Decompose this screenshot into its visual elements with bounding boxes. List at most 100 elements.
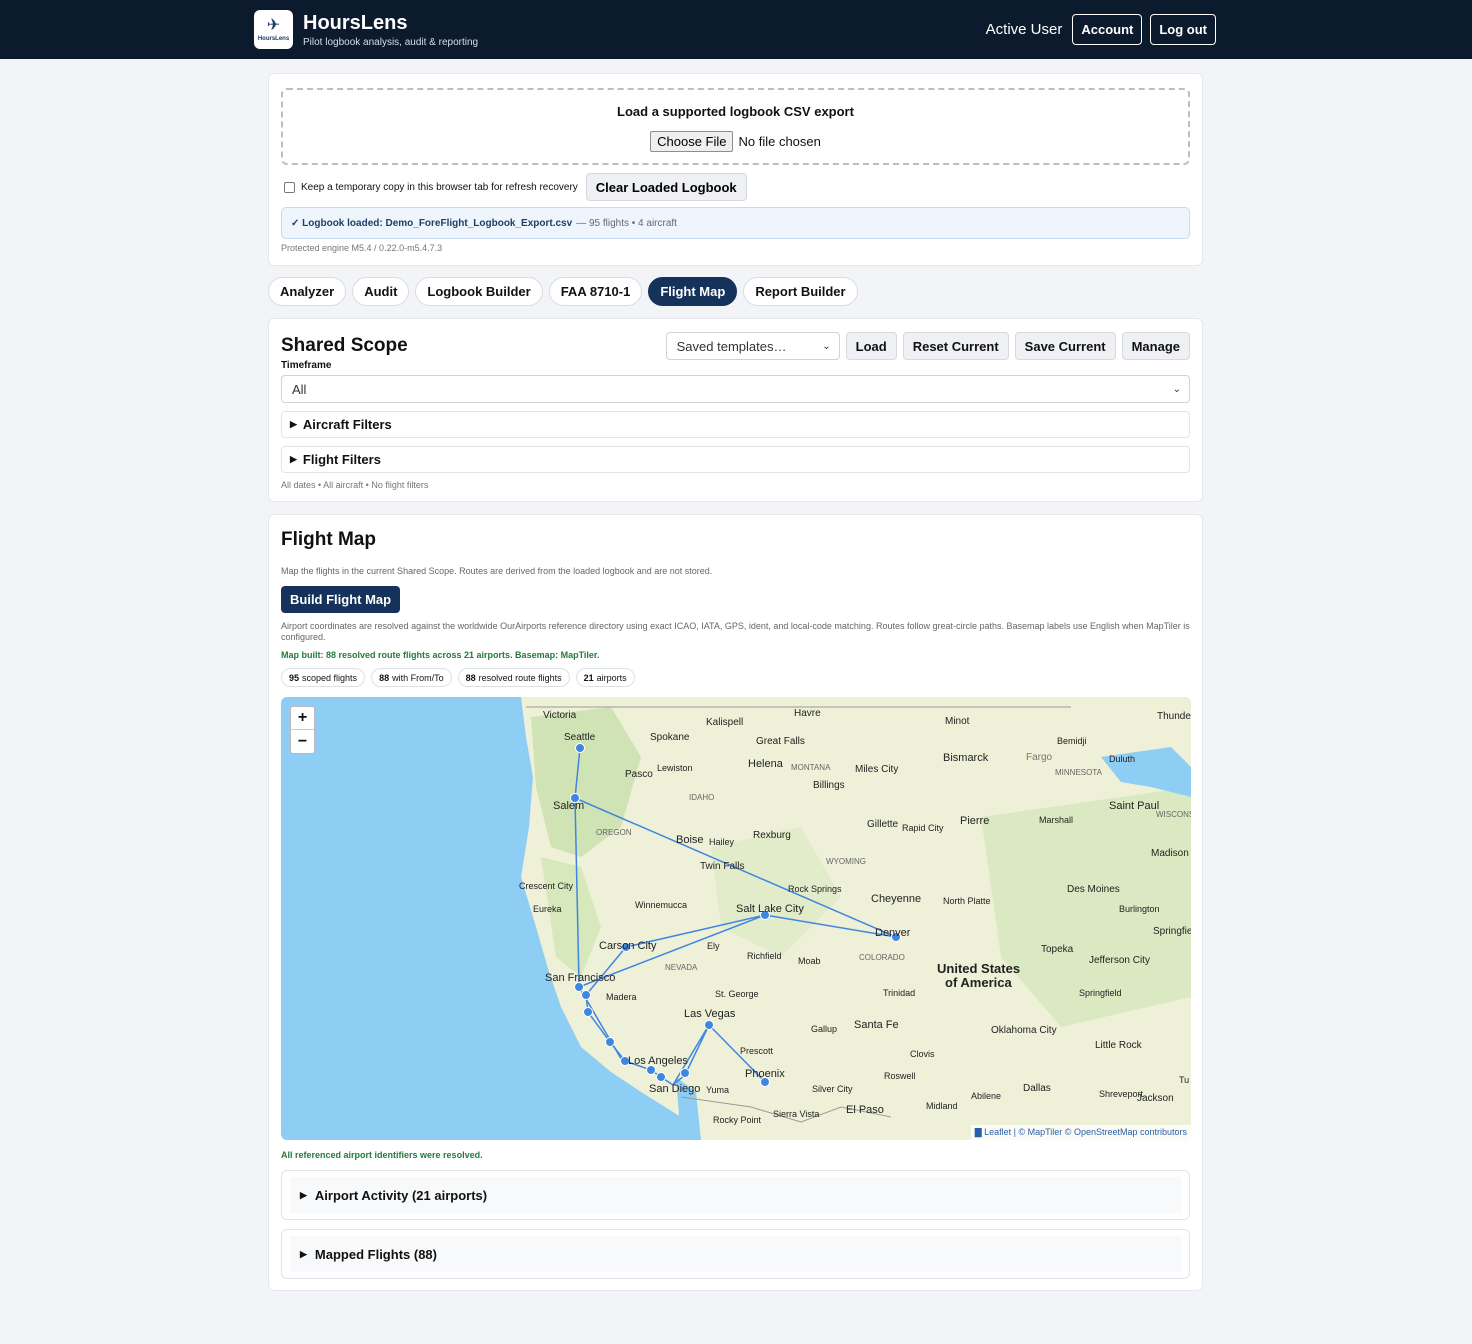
pill-label: airports bbox=[596, 672, 627, 683]
map-label: COLORADO bbox=[859, 953, 905, 962]
map-label: Topeka bbox=[1041, 944, 1074, 955]
airport-marker[interactable] bbox=[704, 1020, 714, 1030]
tab-analyzer[interactable]: Analyzer bbox=[268, 277, 347, 306]
dropzone-title: Load a supported logbook CSV export bbox=[617, 104, 854, 119]
chevron-down-icon: ⌄ bbox=[1172, 383, 1181, 395]
airport-marker[interactable] bbox=[656, 1072, 666, 1082]
zoom-out-button[interactable]: − bbox=[291, 730, 314, 753]
pill-airports: 21 airports bbox=[575, 668, 635, 687]
app-logo: ✈ HoursLens bbox=[254, 10, 293, 49]
map-label: WISCONSIN bbox=[1156, 810, 1191, 819]
map-label: Ely bbox=[707, 941, 720, 951]
map-label: Springfield bbox=[1079, 988, 1122, 998]
tab-flight-map[interactable]: Flight Map bbox=[648, 277, 738, 306]
pill-scoped-flights: 95 scoped flights bbox=[281, 668, 366, 687]
flight-map-title: Flight Map bbox=[281, 529, 376, 550]
build-flight-map-button[interactable]: Build Flight Map bbox=[281, 586, 401, 613]
map-label: San Francisco bbox=[545, 972, 615, 984]
airport-marker[interactable] bbox=[583, 1007, 593, 1017]
map-label: Santa Fe bbox=[854, 1019, 899, 1031]
loaded-file-meta: — 95 flights • 4 aircraft bbox=[576, 217, 677, 229]
flight-filters-toggle[interactable]: ▶ Flight Filters bbox=[281, 446, 1190, 473]
file-dropzone[interactable]: Load a supported logbook CSV export Choo… bbox=[281, 88, 1190, 165]
map-label: El Paso bbox=[846, 1104, 884, 1116]
map-label: Great Falls bbox=[756, 736, 805, 747]
map-label: Salem bbox=[553, 800, 584, 812]
map-label: Prescott bbox=[740, 1046, 774, 1056]
triangle-right-icon: ▶ bbox=[300, 1189, 307, 1200]
zoom-control: + − bbox=[290, 706, 315, 754]
pill-label: with From/To bbox=[392, 672, 444, 683]
map-label: Rock Springs bbox=[788, 884, 842, 894]
tab-logbook-builder[interactable]: Logbook Builder bbox=[415, 277, 543, 306]
map-label: Little Rock bbox=[1095, 1040, 1143, 1051]
airport-marker[interactable] bbox=[605, 1037, 615, 1047]
triangle-right-icon: ▶ bbox=[290, 454, 297, 464]
keep-copy-checkbox[interactable] bbox=[284, 181, 295, 193]
scope-title: Shared Scope bbox=[281, 335, 408, 356]
airport-marker[interactable] bbox=[575, 743, 585, 753]
tab-faa-8710[interactable]: FAA 8710-1 bbox=[548, 277, 643, 306]
saved-templates-select[interactable]: Saved templates… ⌄ bbox=[665, 332, 840, 360]
loaded-file-text: ✓ Logbook loaded: Demo_ForeFlight_Logboo… bbox=[291, 217, 573, 229]
map-label: Crescent City bbox=[519, 881, 574, 891]
tab-audit[interactable]: Audit bbox=[352, 277, 410, 306]
map-label: Pasco bbox=[625, 769, 653, 780]
map-label: Yuma bbox=[706, 1085, 729, 1095]
map-label: Tu bbox=[1179, 1075, 1189, 1085]
flight-map-canvas[interactable]: Victoria Seattle Kalispell Havre Minot T… bbox=[281, 697, 1191, 1140]
map-label: MONTANA bbox=[791, 763, 831, 772]
map-label: Trinidad bbox=[883, 988, 915, 998]
map-label: Sierra Vista bbox=[773, 1109, 819, 1119]
saved-templates-value: Saved templates… bbox=[676, 338, 787, 354]
mapped-flights-accordion[interactable]: ▶ Mapped Flights (88) bbox=[281, 1229, 1190, 1279]
coordinate-note: Airport coordinates are resolved against… bbox=[281, 621, 1190, 642]
pill-label: scoped flights bbox=[302, 672, 358, 683]
map-label: Clovis bbox=[910, 1049, 935, 1059]
airport-marker[interactable] bbox=[581, 990, 591, 1000]
logout-button[interactable]: Log out bbox=[1150, 14, 1216, 45]
map-label: Midland bbox=[926, 1101, 958, 1111]
manage-templates-button[interactable]: Manage bbox=[1121, 332, 1190, 360]
choose-file-button[interactable]: Choose File bbox=[650, 131, 734, 152]
reset-current-button[interactable]: Reset Current bbox=[902, 332, 1009, 360]
map-label: Havre bbox=[794, 708, 821, 719]
map-label: Burlington bbox=[1119, 904, 1160, 914]
map-label: Carson City bbox=[599, 940, 657, 952]
map-label: Lewiston bbox=[657, 763, 693, 773]
pill-count: 88 bbox=[465, 672, 476, 683]
map-label: Springfield bbox=[1153, 926, 1191, 937]
mapped-flights-label: Mapped Flights (88) bbox=[314, 1246, 437, 1262]
aircraft-filters-label: Aircraft Filters bbox=[302, 417, 392, 432]
map-label: Pierre bbox=[960, 815, 989, 827]
clear-logbook-button[interactable]: Clear Loaded Logbook bbox=[585, 173, 747, 201]
map-label: Bemidji bbox=[1057, 736, 1087, 746]
map-svg[interactable]: Victoria Seattle Kalispell Havre Minot T… bbox=[281, 697, 1191, 1140]
pill-with-from-to: 88 with From/To bbox=[371, 668, 452, 687]
airport-activity-accordion[interactable]: ▶ Airport Activity (21 airports) bbox=[281, 1170, 1190, 1220]
map-label: Rapid City bbox=[902, 823, 944, 833]
active-user-label: Active User bbox=[985, 21, 1063, 38]
map-label: NEVADA bbox=[665, 963, 698, 972]
map-label: Duluth bbox=[1109, 754, 1135, 764]
airplane-icon: ✈ bbox=[266, 16, 281, 34]
timeframe-label: Timeframe bbox=[281, 360, 332, 371]
tab-report-builder[interactable]: Report Builder bbox=[743, 277, 858, 306]
load-template-button[interactable]: Load bbox=[845, 332, 897, 360]
brand[interactable]: ✈ HoursLens HoursLens Pilot logbook anal… bbox=[254, 10, 478, 49]
app-title: HoursLens bbox=[303, 11, 408, 34]
map-label: Saint Paul bbox=[1109, 800, 1159, 812]
timeframe-value: All bbox=[292, 381, 307, 397]
timeframe-select[interactable]: All ⌄ bbox=[281, 375, 1190, 403]
map-label: Rexburg bbox=[753, 830, 791, 841]
save-current-button[interactable]: Save Current bbox=[1014, 332, 1116, 360]
map-label: Bismarck bbox=[943, 752, 989, 764]
account-button[interactable]: Account bbox=[1072, 14, 1143, 45]
map-attribution[interactable]: ▇ Leaflet | © MapTiler © OpenStreetMap c… bbox=[970, 1125, 1191, 1140]
airport-marker[interactable] bbox=[680, 1068, 690, 1078]
zoom-in-button[interactable]: + bbox=[291, 707, 314, 730]
aircraft-filters-toggle[interactable]: ▶ Aircraft Filters bbox=[281, 411, 1190, 438]
map-label: Los Angeles bbox=[628, 1055, 688, 1067]
map-label: Billings bbox=[813, 780, 845, 791]
map-label: Des Moines bbox=[1067, 884, 1120, 895]
